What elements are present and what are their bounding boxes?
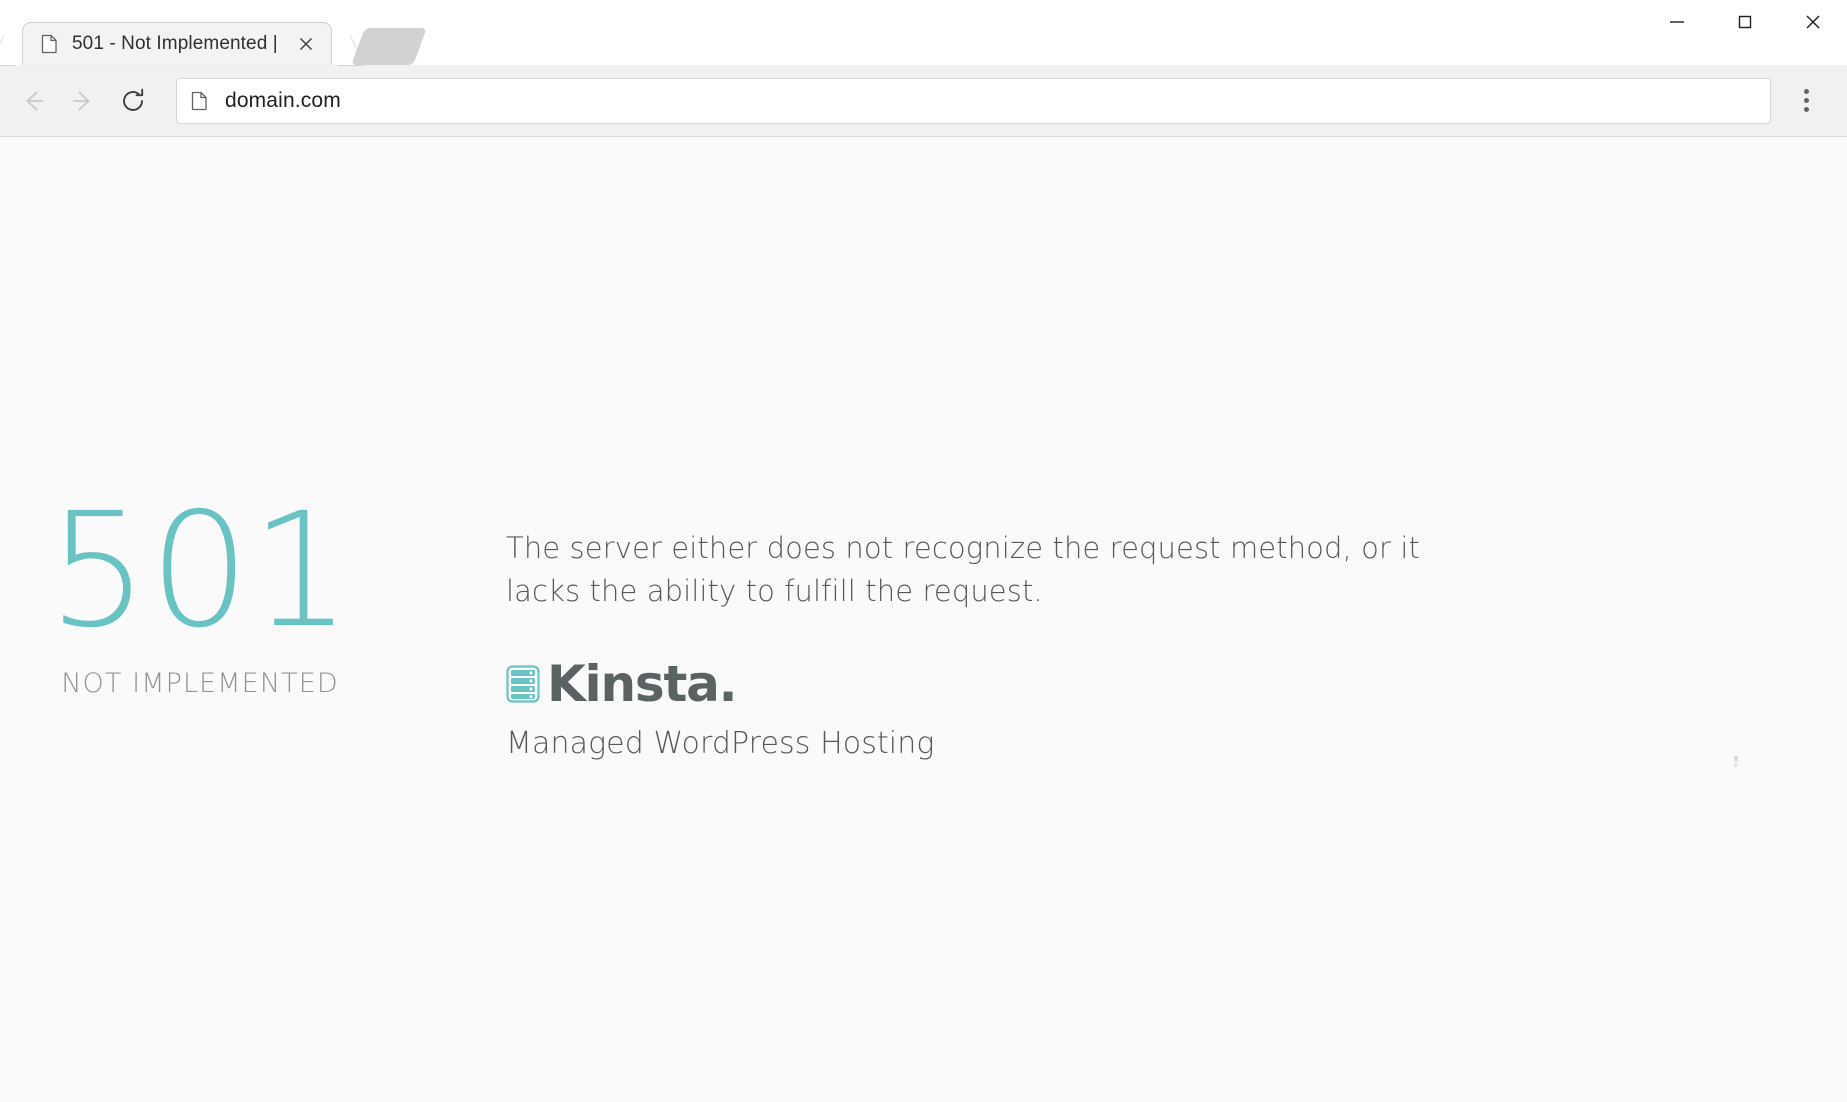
browser-toolbar: domain.com [0, 65, 1847, 137]
error-code-block: 501 NOT IMPLEMENTED [0, 482, 400, 699]
page-icon [41, 34, 59, 54]
close-button[interactable] [1779, 0, 1847, 44]
error-detail-block: The server either does not recognize the… [400, 482, 1516, 761]
arrow-left-icon [19, 87, 47, 115]
error-code: 501 [0, 492, 400, 650]
browser-menu-button[interactable] [1783, 76, 1829, 126]
tab-close-button[interactable] [291, 29, 321, 59]
forward-button[interactable] [58, 76, 108, 126]
title-bar: 501 - Not Implemented | [0, 0, 1847, 65]
tab-501-not-implemented[interactable]: 501 - Not Implemented | [22, 22, 332, 65]
tab-strip: 501 - Not Implemented | [0, 17, 420, 65]
window-controls [1643, 0, 1847, 44]
address-bar[interactable]: domain.com [176, 78, 1771, 124]
brand-tagline: Managed WordPress Hosting [506, 726, 1516, 761]
page-artifact-mark [1734, 754, 1742, 765]
brand-logo: Kinsta. [506, 659, 1516, 709]
three-dots-vertical-icon [1804, 89, 1809, 112]
brand-name: Kinsta. [547, 659, 736, 709]
tab-title: 501 - Not Implemented | [72, 33, 285, 55]
brand-block: Kinsta. Managed WordPress Hosting [506, 659, 1516, 761]
error-message: The server either does not recognize the… [506, 527, 1486, 613]
address-bar-value: domain.com [225, 89, 341, 113]
reload-icon [118, 86, 148, 116]
back-button[interactable] [8, 76, 58, 126]
browser-window: 501 - Not Implemented | [0, 0, 1847, 1102]
kinsta-server-rack-icon [506, 665, 540, 703]
reload-button[interactable] [108, 76, 158, 126]
background-tab[interactable] [351, 28, 426, 65]
close-icon [1802, 11, 1824, 33]
page-viewport: 501 NOT IMPLEMENTED The server either do… [0, 137, 1847, 1102]
page-info-icon[interactable] [191, 91, 209, 111]
maximize-icon [1734, 11, 1756, 33]
arrow-right-icon [69, 87, 97, 115]
error-code-label: NOT IMPLEMENTED [0, 668, 400, 699]
minimize-button[interactable] [1643, 0, 1711, 44]
error-page: 501 NOT IMPLEMENTED The server either do… [0, 482, 1847, 761]
minimize-icon [1666, 11, 1688, 33]
maximize-button[interactable] [1711, 0, 1779, 44]
